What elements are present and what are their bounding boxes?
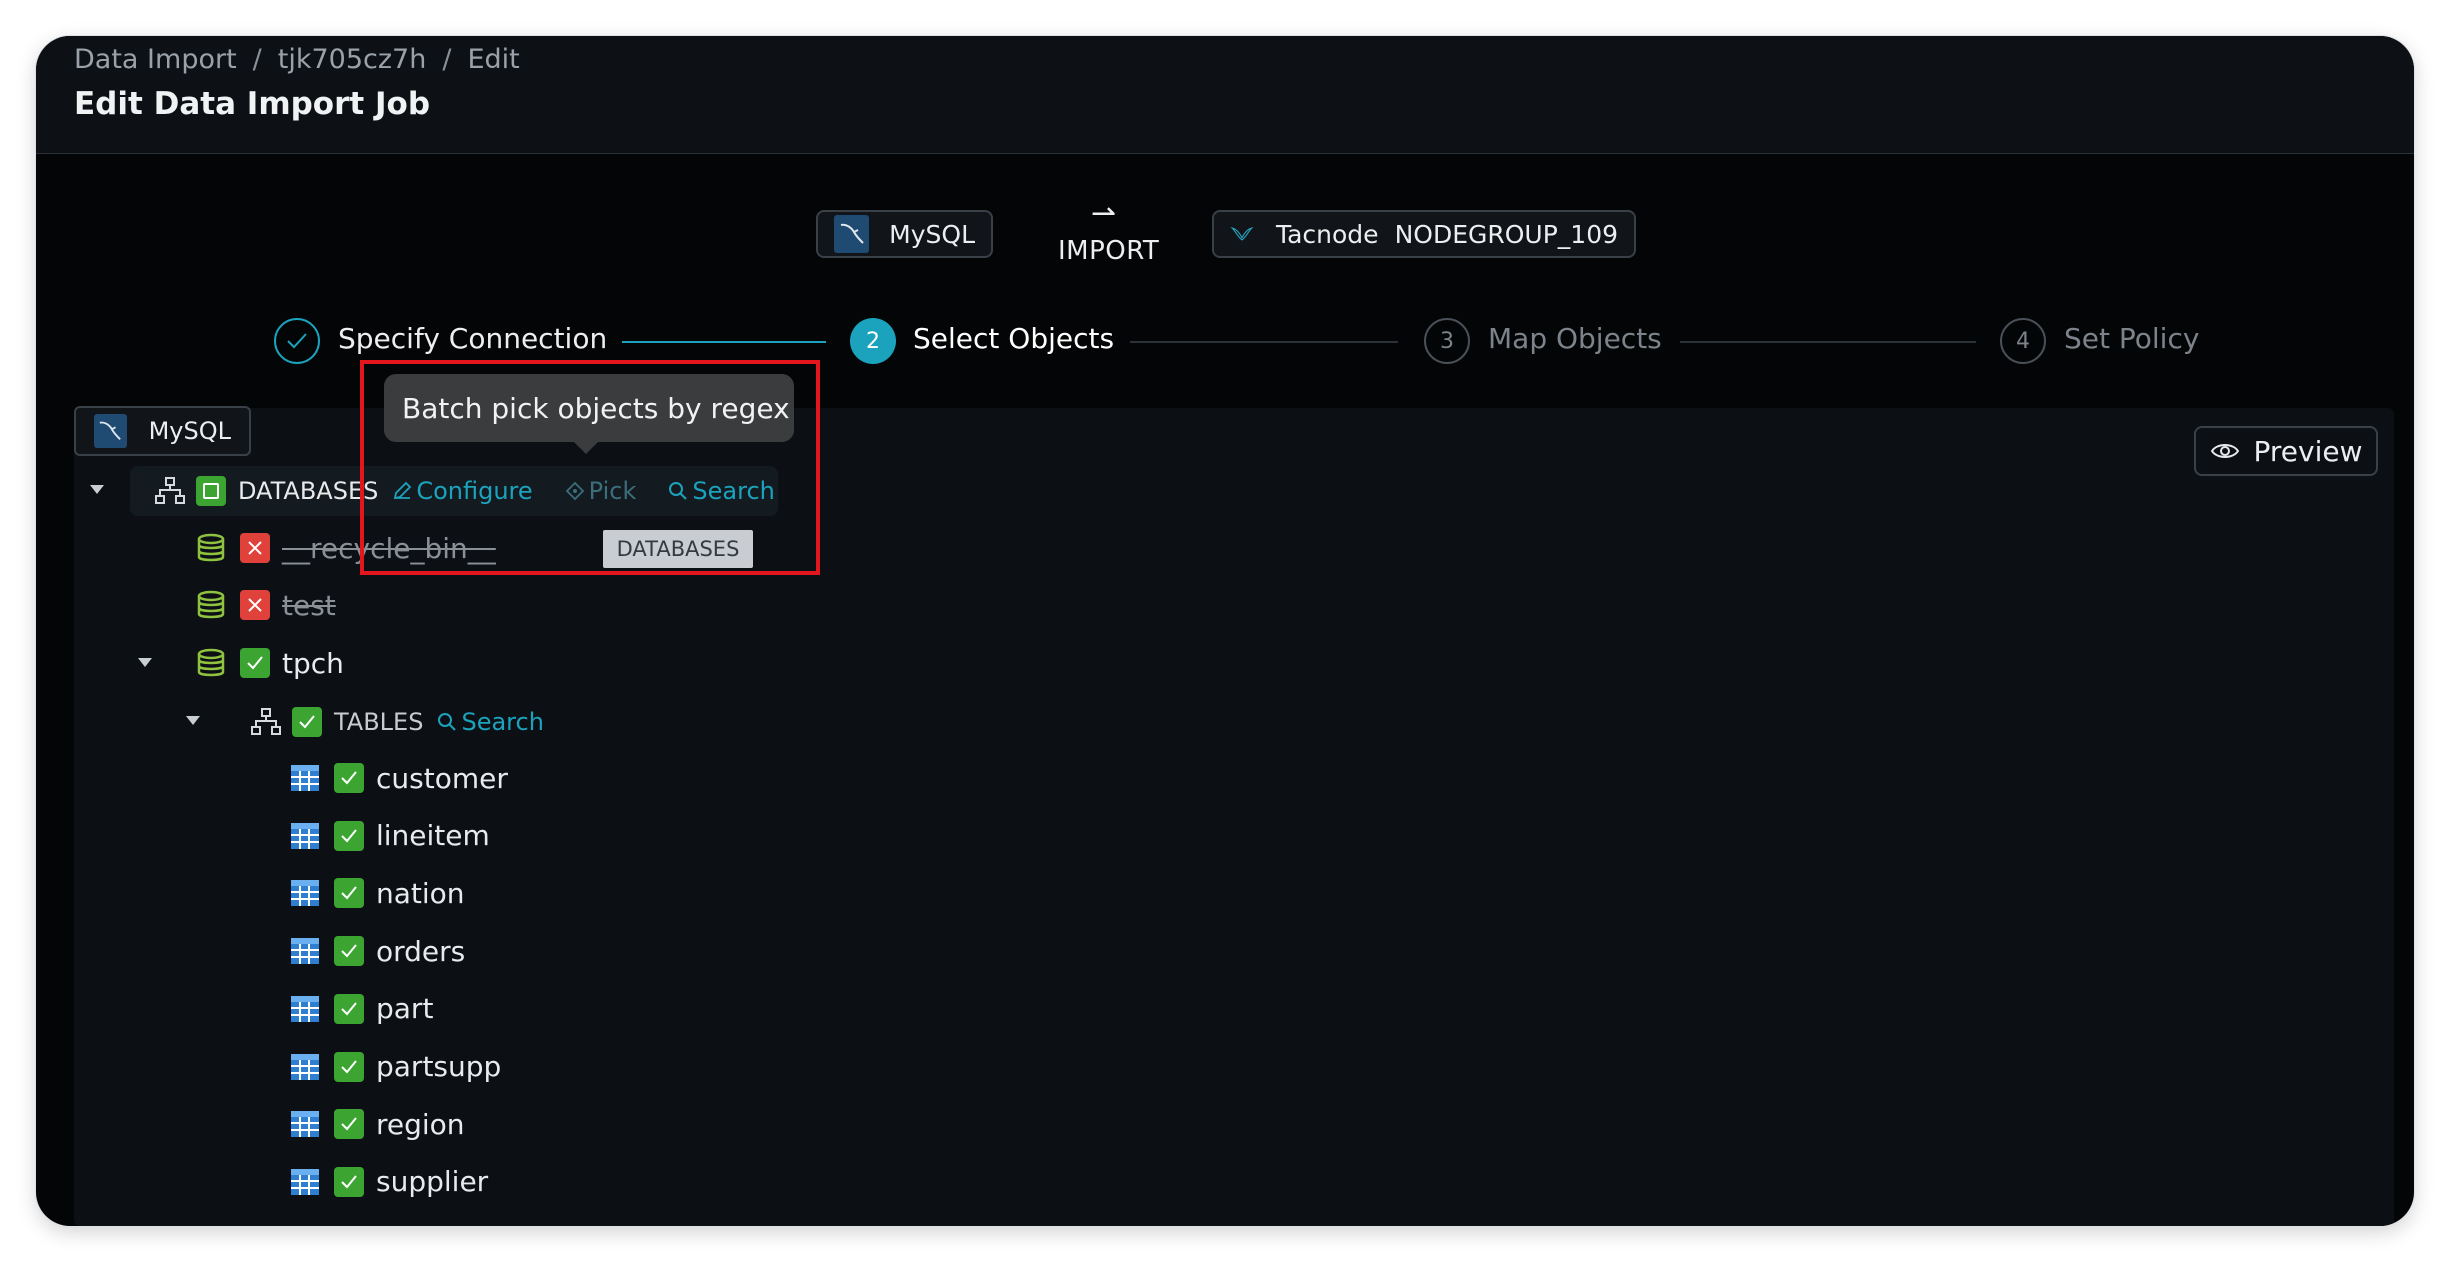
- databases-collapse-caret-icon[interactable]: [90, 485, 104, 494]
- database-item[interactable]: tpch: [196, 641, 344, 685]
- tpch-collapse-caret-icon[interactable]: [138, 658, 152, 667]
- table-icon: [291, 880, 319, 907]
- table-icon: [291, 938, 319, 965]
- include-checkbox[interactable]: [334, 1109, 364, 1140]
- table-item[interactable]: lineitem: [290, 814, 490, 858]
- step-connector-3: [1680, 341, 1976, 343]
- step-2-number: 2: [850, 318, 896, 364]
- preview-button[interactable]: Preview: [2194, 426, 2378, 476]
- step-1-check-icon: [274, 318, 320, 364]
- exclude-checkbox[interactable]: [240, 533, 270, 563]
- tacnode-logo-icon: [1230, 227, 1254, 241]
- target-connection-chip: Tacnode NODEGROUP_109: [1212, 210, 1636, 258]
- table-name: customer: [376, 761, 508, 795]
- import-arrow-icon: ⇀: [1091, 196, 1117, 231]
- breadcrumb-separator: /: [442, 44, 452, 75]
- databases-label: DATABASES: [238, 477, 379, 505]
- step-connector-1: [622, 341, 826, 343]
- table-icon: [291, 995, 319, 1022]
- breadcrumb-item-job-id[interactable]: tjk705cz7h: [278, 44, 427, 75]
- step-1-label: Specify Connection: [338, 322, 608, 355]
- preview-button-label: Preview: [2253, 434, 2363, 468]
- search-icon: [438, 713, 457, 731]
- table-item[interactable]: part: [290, 987, 433, 1031]
- include-checkbox[interactable]: [334, 1166, 364, 1197]
- databases-checkbox[interactable]: [196, 476, 226, 506]
- table-icon: [291, 765, 319, 791]
- breadcrumb-item-edit: Edit: [467, 44, 520, 75]
- step-4-number: 4: [2000, 318, 2046, 364]
- table-name: nation: [376, 876, 465, 910]
- target-nodegroup-label: NODEGROUP_109: [1394, 219, 1618, 249]
- table-item[interactable]: customer: [290, 756, 508, 800]
- tables-collapse-caret-icon[interactable]: [186, 716, 200, 725]
- tables-label: TABLES: [334, 708, 424, 736]
- table-name: lineitem: [376, 819, 490, 853]
- source-connection-label: MySQL: [889, 219, 975, 249]
- eye-icon: [2210, 444, 2239, 458]
- breadcrumb-item-data-import[interactable]: Data Import: [74, 44, 237, 75]
- database-name: test: [282, 588, 336, 622]
- breadcrumb: Data Import / tjk705cz7h / Edit: [74, 44, 520, 75]
- step-2-label: Select Objects: [913, 322, 1115, 355]
- table-name: region: [376, 1107, 465, 1141]
- table-icon: [291, 822, 319, 849]
- table-icon: [291, 1168, 319, 1195]
- database-icon: [197, 648, 225, 677]
- exclude-checkbox[interactable]: [240, 590, 270, 620]
- hierarchy-icon: [155, 477, 185, 504]
- source-tab-label: MySQL: [148, 417, 231, 445]
- step-connector-2: [1130, 341, 1398, 343]
- breadcrumb-separator: /: [252, 44, 262, 75]
- table-name: orders: [376, 934, 466, 968]
- page-title: Edit Data Import Job: [74, 86, 431, 122]
- mysql-logo-icon: [94, 414, 127, 448]
- step-3-number: 3: [1424, 318, 1470, 364]
- app-window: Data Import / tjk705cz7h / Edit Edit Dat…: [36, 36, 2414, 1226]
- source-tab-chip[interactable]: MySQL: [74, 406, 251, 456]
- target-brand-label: Tacnode: [1275, 219, 1379, 249]
- tables-search-link[interactable]: Search: [437, 708, 544, 736]
- step-4-label: Set Policy: [2064, 322, 2200, 355]
- include-checkbox[interactable]: [240, 648, 270, 678]
- import-label: IMPORT: [1058, 236, 1160, 266]
- include-checkbox[interactable]: [334, 878, 364, 909]
- table-icon: [291, 1053, 319, 1080]
- database-icon: [197, 590, 225, 619]
- tables-node: TABLES Search: [250, 700, 544, 744]
- table-item[interactable]: nation: [290, 871, 465, 915]
- step-3-label: Map Objects: [1488, 322, 1662, 355]
- database-name: tpch: [282, 646, 344, 680]
- annotation-highlight-box: [360, 360, 820, 575]
- table-name: part: [376, 992, 434, 1026]
- table-name: partsupp: [376, 1050, 502, 1083]
- table-item[interactable]: partsupp: [290, 1045, 501, 1089]
- include-checkbox[interactable]: [334, 1051, 364, 1082]
- include-checkbox[interactable]: [334, 936, 364, 967]
- database-item[interactable]: test: [196, 583, 336, 627]
- include-checkbox[interactable]: [334, 763, 364, 793]
- include-checkbox[interactable]: [334, 820, 364, 851]
- table-name: supplier: [376, 1165, 489, 1199]
- tables-search-label: Search: [461, 708, 544, 736]
- table-item[interactable]: orders: [290, 929, 465, 973]
- table-item[interactable]: supplier: [290, 1160, 488, 1204]
- hierarchy-icon: [251, 708, 281, 735]
- table-item[interactable]: region: [290, 1102, 465, 1146]
- tables-checkbox[interactable]: [292, 707, 322, 737]
- mysql-logo-icon: [834, 215, 870, 253]
- table-icon: [291, 1111, 319, 1138]
- include-checkbox[interactable]: [334, 993, 364, 1024]
- source-connection-chip: MySQL: [816, 210, 993, 258]
- page-header: Data Import / tjk705cz7h / Edit Edit Dat…: [36, 36, 2414, 154]
- database-icon: [197, 533, 225, 562]
